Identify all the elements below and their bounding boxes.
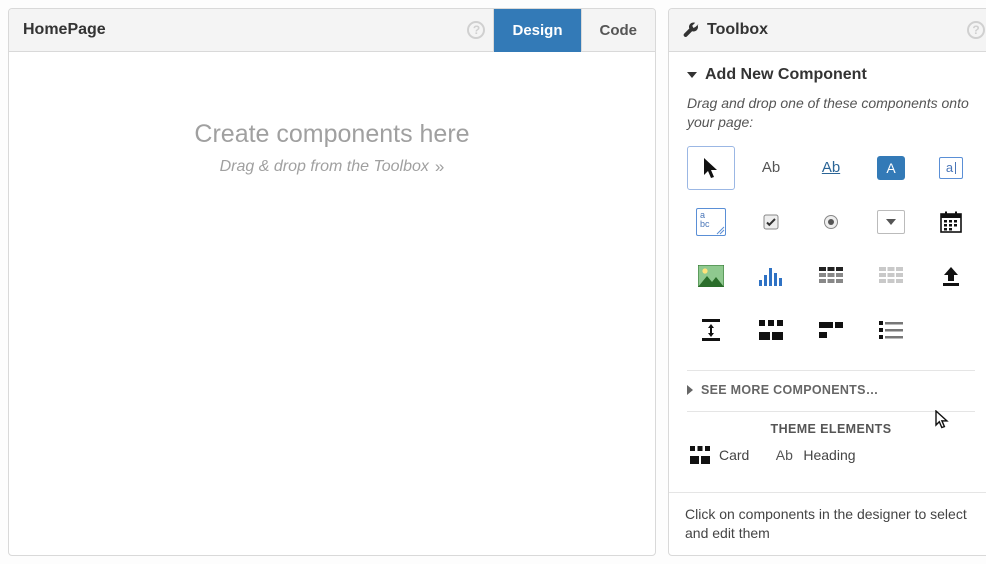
toolbox-panel: Toolbox ? Add New Component Drag and dro… [668,8,986,556]
toolbox-section-toggle[interactable]: Add New Component [687,66,975,84]
caret-right-icon [687,385,693,395]
component-label[interactable]: Ab [747,146,795,190]
tab-design[interactable]: Design [493,9,580,52]
help-icon[interactable]: ? [467,21,485,39]
component-dropdown[interactable] [867,200,915,244]
caret-down-icon [687,72,697,78]
component-file-upload[interactable] [927,254,975,298]
canvas-placeholder-title: Create components here [194,120,469,149]
component-spacer[interactable] [687,308,735,352]
component-data-grid[interactable] [807,254,855,298]
component-button[interactable]: A [867,146,915,190]
theme-elements-header: THEME ELEMENTS [687,411,975,436]
component-rich-text[interactable] [867,308,915,352]
component-textarea[interactable]: abc [687,200,735,244]
component-image[interactable] [687,254,735,298]
wrench-icon [683,22,699,38]
toolbox-instructions: Drag and drop one of these components on… [687,94,975,132]
theme-item-heading[interactable]: Ab Heading [773,447,855,463]
toolbox-footer-hint: Click on components in the designer to s… [669,492,986,555]
see-more-components[interactable]: SEE MORE COMPONENTS… [687,370,975,397]
design-canvas[interactable]: Create components here Drag & drop from … [9,52,655,555]
component-checkbox[interactable] [747,200,795,244]
component-repeating-panel[interactable] [867,254,915,298]
view-tabs: Design Code [493,9,655,51]
page-title: HomePage [23,21,106,39]
help-icon[interactable]: ? [967,21,985,39]
component-flow-panel[interactable] [807,308,855,352]
chevron-right-icon [435,157,444,177]
component-textbox[interactable]: a [927,146,975,190]
designer-panel: HomePage ? Design Code Create components… [8,8,656,556]
component-column-panel[interactable] [747,308,795,352]
component-pointer[interactable] [687,146,735,190]
component-chart[interactable] [747,254,795,298]
theme-item-card[interactable]: Card [689,446,749,464]
canvas-placeholder-sub: Drag & drop from the Toolbox [220,157,445,177]
component-radio[interactable] [807,200,855,244]
tab-code[interactable]: Code [581,9,656,52]
heading-icon: Ab [773,447,795,463]
component-datepicker[interactable] [927,200,975,244]
toolbox-title: Toolbox [707,21,768,39]
card-icon [689,446,711,464]
component-link[interactable]: Ab [807,146,855,190]
